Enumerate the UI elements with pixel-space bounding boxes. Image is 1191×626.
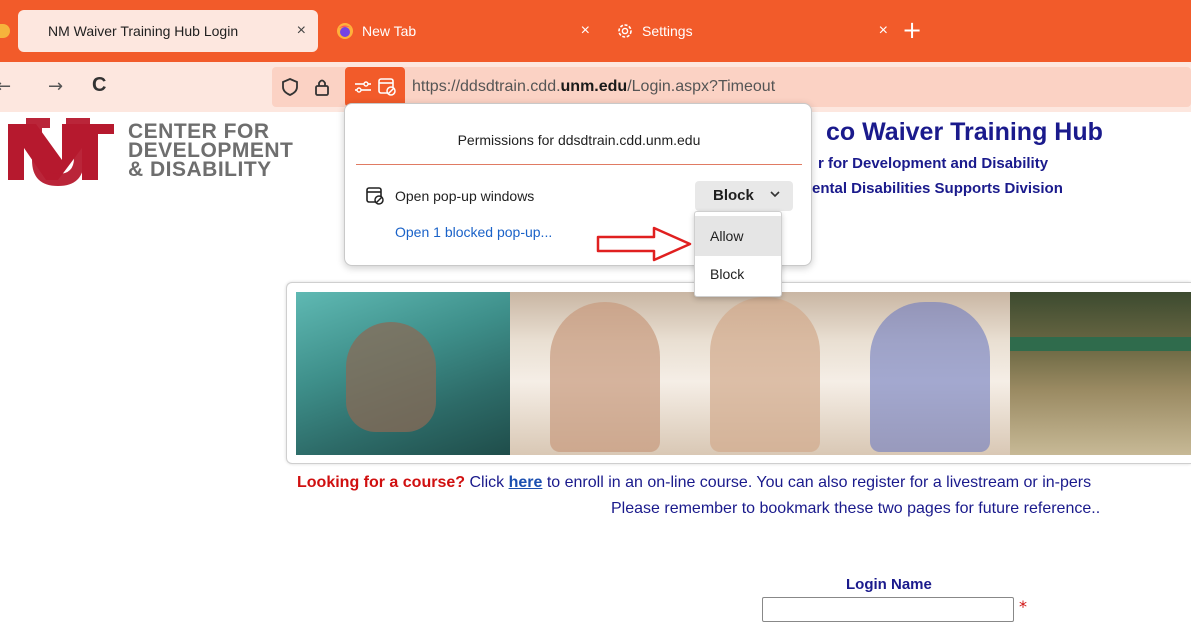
popup-windows-label: Open pop-up windows [395,188,535,204]
login-name-input[interactable] [762,597,1014,622]
url-text[interactable]: https://ddsdtrain.cdd.unm.edu/Login.aspx… [412,78,775,96]
new-tab-button[interactable]: + [902,18,922,42]
page-title: co Waiver Training Hub [826,118,1103,146]
popup-title: Permissions for ddsdtrain.cdd.unm.edu [457,132,701,148]
back-button[interactable]: ← [0,78,11,96]
option-allow[interactable]: Allow [695,216,781,256]
chevron-down-icon [770,191,780,198]
page-subtitle-2: ental Disabilities Supports Division [812,180,1063,197]
tab-close-button[interactable]: × [879,21,888,41]
logo-line: & DISABILITY [128,158,272,181]
firefox-icon [337,23,353,39]
open-blocked-popup-link[interactable]: Open 1 blocked pop-up... [395,224,552,240]
tab-new-tab[interactable]: New Tab × [322,10,602,52]
tab-close-button[interactable]: × [297,21,306,41]
banner-photo-3 [1010,292,1191,455]
url-domain: unm.edu [560,78,628,95]
enroll-here-link[interactable]: here [509,474,543,491]
tab-label: New Tab [362,23,417,39]
lock-icon[interactable] [312,77,332,97]
course-click-text: Click [465,474,509,491]
option-block[interactable]: Block [695,254,781,294]
forward-button[interactable]: → [48,78,63,96]
course-info-line: Looking for a course? Click here to enro… [297,474,1091,492]
tab-nm-waiver-login[interactable]: NM Waiver Training Hub Login × [18,10,318,52]
site-permissions-button[interactable] [345,67,405,107]
popup-blocked-icon [366,187,384,205]
page-subtitle: r for Development and Disability [818,155,1049,172]
tab-overflow-icon [0,24,10,38]
url-prefix: https://ddsdtrain.cdd. [412,78,561,95]
login-name-label: Login Name [846,576,932,593]
tab-bar: NM Waiver Training Hub Login × New Tab ×… [0,0,1191,62]
url-suffix: /Login.aspx?Timeout [627,78,776,95]
shield-icon[interactable] [280,77,300,97]
select-value: Block [713,187,754,204]
tab-settings[interactable]: Settings × [602,10,900,52]
banner-photo-2 [510,292,1010,455]
permissions-icon [355,81,371,93]
tab-label: Settings [642,23,693,39]
required-marker: * [1019,597,1027,616]
unm-logo-icon [8,118,114,186]
popup-blocked-icon [378,78,396,96]
course-prompt: Looking for a course? [297,474,466,491]
tab-close-button[interactable]: × [581,21,590,41]
popup-permission-select[interactable]: Block [695,181,793,211]
permission-dropdown-menu: Allow Block [694,211,782,297]
tab-label: NM Waiver Training Hub Login [48,23,239,39]
banner-photo-1 [296,292,510,455]
course-rest-text: to enroll in an on-line course. You can … [542,474,1092,491]
reload-button[interactable]: C [92,75,106,95]
cdd-logo-text: CENTER FOR DEVELOPMENT & DISABILITY [128,121,293,181]
red-arrow-annotation [596,226,692,262]
bookmark-reminder: Please remember to bookmark these two pa… [611,500,1101,517]
gear-icon [618,24,632,38]
popup-divider [356,164,802,165]
